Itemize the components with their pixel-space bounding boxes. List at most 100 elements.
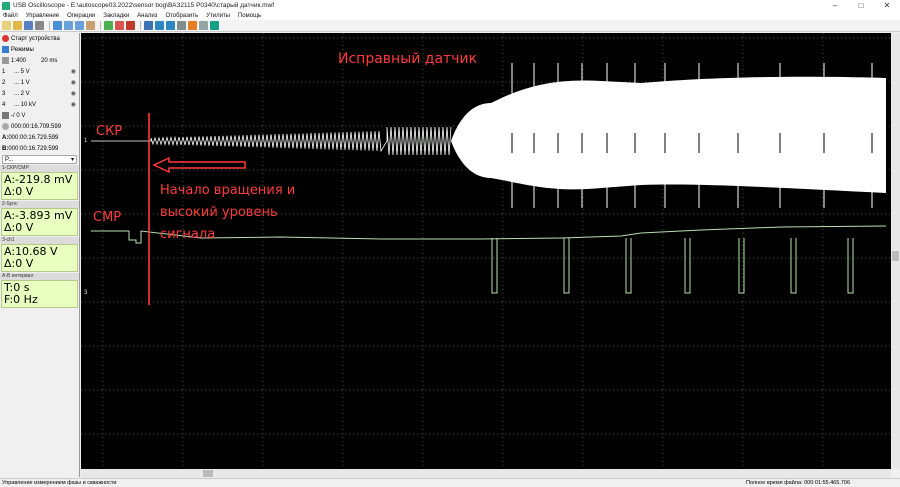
annotation-line: сигнала (160, 227, 216, 242)
cmp-pulse (625, 238, 632, 294)
visibility-icon[interactable]: ◉ (71, 79, 76, 86)
menu-file[interactable]: Файл (3, 13, 18, 19)
play-icon[interactable] (104, 21, 113, 30)
toolbar-separator (49, 21, 50, 30)
channel-row-2[interactable]: 2 ... 1 V ◉ (0, 77, 79, 88)
channel-row-3[interactable]: 3 ... 2 V ◉ (0, 88, 79, 99)
cmp-pulse (563, 238, 570, 294)
menu-operations[interactable]: Операции (67, 13, 95, 19)
time-row: 000:00:16.709.599 (0, 121, 79, 132)
measurement-box: T:0 s F:0 Hz (1, 280, 78, 308)
measurement-box: A:10.68 V Δ:0 V (1, 244, 78, 272)
cmp-pulse (491, 238, 498, 294)
zoom-out-icon[interactable] (75, 21, 84, 30)
time-value: 000:00:16.709.599 (11, 123, 62, 130)
ckp-band (491, 76, 886, 193)
visibility-icon[interactable]: ◉ (71, 101, 76, 108)
visibility-icon[interactable]: ◉ (71, 90, 76, 97)
channel-scale[interactable]: ... 1 V (14, 80, 52, 86)
channel-3-marker[interactable]: 3 (84, 290, 87, 296)
horizontal-scrollbar[interactable] (81, 469, 891, 478)
app-icon (2, 1, 10, 10)
menu-analysis[interactable]: Анализ (137, 13, 157, 19)
channel-row-1[interactable]: 1 ... 5 V ◉ (0, 66, 79, 77)
dropdown-value: P... (5, 156, 14, 163)
measurement-delta: Δ:0 V (4, 257, 34, 270)
oscilloscope-display[interactable]: Исправный датчик СКР СМР Начало вращения… (81, 33, 891, 469)
toolbar-separator (100, 21, 101, 30)
title-bar: USB Oscilloscope - E:\autoscope03.2022\s… (0, 0, 900, 11)
vertical-scrollbar[interactable] (891, 33, 900, 469)
check-icon[interactable] (155, 21, 164, 30)
measure-dropdown[interactable]: P... ▾ (2, 155, 77, 164)
section-header: 1-СКР/CMP (0, 165, 79, 172)
marker-icon[interactable] (166, 21, 175, 30)
modes-icon (2, 46, 9, 53)
annotation-note: Начало вращения и высокий уровень сигнал… (160, 180, 295, 246)
scope-title: Исправный датчик (338, 51, 478, 67)
measure-icon[interactable] (144, 21, 153, 30)
settings-icon[interactable] (199, 21, 208, 30)
measurement-delta: Δ:0 V (4, 185, 34, 198)
trigger-row[interactable]: -/ 0 V (0, 110, 79, 121)
status-bar: Управление измерением фазы и скважности … (0, 478, 900, 487)
section-header: A-B интервал (0, 273, 79, 280)
section-header: 2-Sync (0, 201, 79, 208)
record-icon[interactable] (126, 21, 135, 30)
timebase-right: 20 ms (41, 57, 58, 64)
open-folder-icon[interactable] (13, 21, 22, 30)
cmp-pulse (790, 238, 797, 294)
cmp-pulse (684, 238, 691, 294)
channel-scale[interactable]: ... 5 V (14, 69, 52, 75)
minimize-button[interactable]: – (822, 0, 848, 11)
grid-icon[interactable] (177, 21, 186, 30)
maximize-button[interactable]: □ (848, 0, 874, 11)
modes-label: Режимы (11, 46, 34, 53)
ckp-label: СКР (96, 124, 123, 139)
annotation-line: Начало вращения и (160, 183, 296, 198)
menu-bookmarks[interactable]: Закладки (103, 13, 129, 19)
status-text: Управление измерением фазы и скважности (2, 480, 117, 486)
channel-1-marker[interactable]: 1 (84, 138, 87, 144)
marker-b-row: B: 000:00:16.729.599 (0, 143, 79, 154)
modes-row[interactable]: Режимы (0, 44, 79, 55)
start-device-row[interactable]: Старт устройства (0, 33, 79, 44)
cursor-icon[interactable] (53, 21, 62, 30)
hand-icon[interactable] (86, 21, 95, 30)
measurement-delta: F:0 Hz (4, 293, 38, 306)
measurement-box: A:-3.893 mV Δ:0 V (1, 208, 78, 236)
channel-scale[interactable]: ... 2 V (14, 91, 52, 97)
annotation-line: высокий уровень (160, 205, 278, 220)
section-header: 3-ch1 (0, 237, 79, 244)
cmp-label: СМР (93, 210, 122, 225)
clock-icon (2, 123, 9, 130)
horizontal-scroll-thumb[interactable] (203, 470, 213, 477)
export-icon[interactable] (210, 21, 219, 30)
vertical-scroll-thumb[interactable] (892, 251, 899, 261)
channel-scale[interactable]: ... 10 kV (14, 102, 52, 108)
menu-utilities[interactable]: Утилиты (206, 13, 230, 19)
stop-icon[interactable] (115, 21, 124, 30)
timebase-icon (2, 57, 9, 64)
zoom-in-icon[interactable] (64, 21, 73, 30)
channel-row-4[interactable]: 4 ... 10 kV ◉ (0, 99, 79, 110)
timebase-row[interactable]: 1:400 20 ms (0, 55, 79, 66)
waveform-canvas[interactable] (81, 33, 891, 469)
new-file-icon[interactable] (2, 21, 11, 30)
annotation-arrow (152, 156, 246, 174)
channel-number: 3 (2, 90, 6, 97)
print-icon[interactable] (35, 21, 44, 30)
visibility-icon[interactable]: ◉ (71, 68, 76, 75)
menu-view[interactable]: Отобразить (165, 13, 198, 19)
toolbar (0, 20, 900, 32)
menu-control[interactable]: Управление (26, 13, 59, 19)
measurement-box: A:-219.8 mV Δ:0 V (1, 172, 78, 200)
control-panel: Старт устройства Режимы 1:400 20 ms 1 ..… (0, 33, 80, 477)
menu-bar: Файл Управление Операции Закладки Анализ… (0, 11, 900, 20)
menu-help[interactable]: Помощь (238, 13, 261, 19)
marker-a-row: A: 000:00:16.729.599 (0, 132, 79, 143)
power-icon (2, 35, 9, 42)
close-button[interactable]: ✕ (874, 0, 900, 11)
save-icon[interactable] (24, 21, 33, 30)
bookmark-icon[interactable] (188, 21, 197, 30)
